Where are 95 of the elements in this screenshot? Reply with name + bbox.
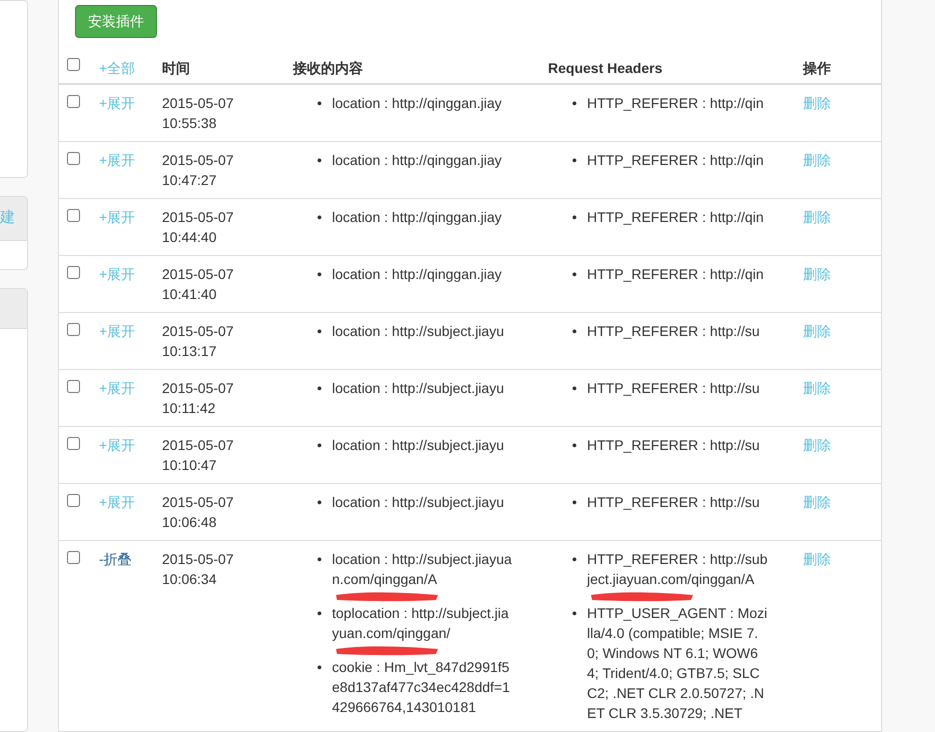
row-checkbox[interactable] <box>67 209 80 222</box>
list-text: HTTP_REFERER : http://su <box>587 379 760 398</box>
row-checkbox[interactable] <box>67 152 80 165</box>
date-text: 2015-05-07 <box>162 94 235 113</box>
time-text: 10:41:40 <box>162 285 218 304</box>
row-checkbox[interactable] <box>67 95 80 108</box>
date-text: 2015-05-07 <box>162 265 235 284</box>
delete-link[interactable]: 删除 <box>803 380 831 396</box>
date-text: 2015-05-07 <box>162 493 235 512</box>
toggle-link[interactable]: +展开 <box>99 323 136 339</box>
select-all-checkbox[interactable] <box>67 58 80 71</box>
toggle-link[interactable]: +展开 <box>99 209 136 225</box>
bullet: • <box>572 436 578 455</box>
time-text: 10:55:38 <box>162 114 218 133</box>
bullet: • <box>572 322 578 341</box>
date-text: 2015-05-07 <box>162 379 235 398</box>
bullet: • <box>572 208 578 227</box>
list-text: HTTP_REFERER : http://su <box>587 436 760 455</box>
list-text: location : http://qinggan.jiay <box>332 208 502 227</box>
expand-all-link[interactable]: +全部 <box>99 60 136 76</box>
time-text: 10:06:34 <box>162 570 218 589</box>
list-text: HTTP_REFERER : http://su <box>587 493 760 512</box>
column-header: Request Headers <box>548 60 662 76</box>
toggle-link[interactable]: +展开 <box>99 152 136 168</box>
time-text: 10:13:17 <box>162 342 218 361</box>
bullet: • <box>317 658 323 677</box>
list-text: HTTP_REFERER : http://qin <box>587 265 764 284</box>
date-text: 2015-05-07 <box>162 550 235 569</box>
time-text: 10:44:40 <box>162 228 218 247</box>
toggle-link[interactable]: -折叠 <box>99 551 132 567</box>
date-text: 2015-05-07 <box>162 322 235 341</box>
delete-link[interactable]: 删除 <box>803 494 831 510</box>
bullet: • <box>572 265 578 284</box>
sidebar-button[interactable]: 建 <box>0 197 27 241</box>
column-header: 时间 <box>162 60 190 76</box>
delete-link[interactable]: 删除 <box>803 266 831 282</box>
column-header: 操作 <box>803 60 831 76</box>
row-checkbox[interactable] <box>67 437 80 450</box>
list-text: HTTP_REFERER : http://qin <box>587 94 764 113</box>
list-text: location : http://subject.jiayuan.com/qinggan/A <box>332 550 513 589</box>
row-checkbox[interactable] <box>67 323 80 336</box>
list-text: toplocation : http://subject.jiayuan.com/qinggan/ <box>332 604 510 643</box>
delete-link[interactable]: 删除 <box>803 437 831 453</box>
bullet: • <box>317 94 323 113</box>
toggle-link[interactable]: +展开 <box>99 266 136 282</box>
delete-link[interactable]: 删除 <box>803 209 831 225</box>
list-text: location : http://subject.jiayu <box>332 436 504 455</box>
toggle-link[interactable]: +展开 <box>99 95 136 111</box>
date-text: 2015-05-07 <box>162 151 235 170</box>
time-text: 10:11:42 <box>162 399 216 418</box>
row-checkbox[interactable] <box>67 380 80 393</box>
date-text: 2015-05-07 <box>162 208 235 227</box>
delete-link[interactable]: 删除 <box>803 95 831 111</box>
bullet: • <box>572 604 578 623</box>
row-checkbox[interactable] <box>67 494 80 507</box>
toggle-link[interactable]: +展开 <box>99 437 136 453</box>
list-text: HTTP_REFERER : http://qin <box>587 208 764 227</box>
toggle-link[interactable]: +展开 <box>99 494 136 510</box>
bullet: • <box>317 493 323 512</box>
row-checkbox[interactable] <box>67 551 80 564</box>
install-button[interactable]: 安装插件 <box>75 5 157 38</box>
list-text: location : http://qinggan.jiay <box>332 94 502 113</box>
bullet: • <box>317 265 323 284</box>
bullet: • <box>317 322 323 341</box>
time-text: 10:10:47 <box>162 456 218 475</box>
list-text: location : http://subject.jiayu <box>332 379 504 398</box>
date-text: 2015-05-07 <box>162 436 235 455</box>
delete-link[interactable]: 删除 <box>803 323 831 339</box>
delete-link[interactable]: 删除 <box>803 152 831 168</box>
list-text: cookie : Hm_lvt_847d2991f5e8d137af477c34ec428ddf=1429666764,143010181 <box>332 658 511 717</box>
toggle-link[interactable]: +展开 <box>99 380 136 396</box>
delete-link[interactable]: 删除 <box>803 551 831 567</box>
list-text: location : http://subject.jiayu <box>332 322 504 341</box>
bullet: • <box>572 151 578 170</box>
bullet: • <box>317 550 323 569</box>
bullet: • <box>317 604 323 623</box>
bullet: • <box>317 379 323 398</box>
bullet: • <box>317 208 323 227</box>
time-text: 10:06:48 <box>162 513 218 532</box>
bullet: • <box>572 493 578 512</box>
list-text: location : http://qinggan.jiay <box>332 265 502 284</box>
list-text: location : http://subject.jiayu <box>332 493 504 512</box>
row-checkbox[interactable] <box>67 266 80 279</box>
bullet: • <box>317 436 323 455</box>
list-text: HTTP_USER_AGENT : Mozilla/4.0 (compatible; MSIE 7.0; Windows NT 6.1; WOW64; Trident/4.0; GTB7.5; SLCC2; .NET CLR 2.0.50727; .NET CLR 3.5.30729; .NET <box>587 604 768 723</box>
bullet: • <box>317 151 323 170</box>
list-text: HTTP_REFERER : http://qin <box>587 151 764 170</box>
bullet: • <box>572 550 578 569</box>
column-header: 接收的内容 <box>293 60 363 76</box>
bullet: • <box>572 94 578 113</box>
list-text: HTTP_REFERER : http://su <box>587 322 760 341</box>
list-text: HTTP_REFERER : http://subject.jiayuan.com/qinggan/A <box>587 550 768 589</box>
bullet: • <box>572 379 578 398</box>
list-text: location : http://qinggan.jiay <box>332 151 502 170</box>
time-text: 10:47:27 <box>162 171 218 190</box>
